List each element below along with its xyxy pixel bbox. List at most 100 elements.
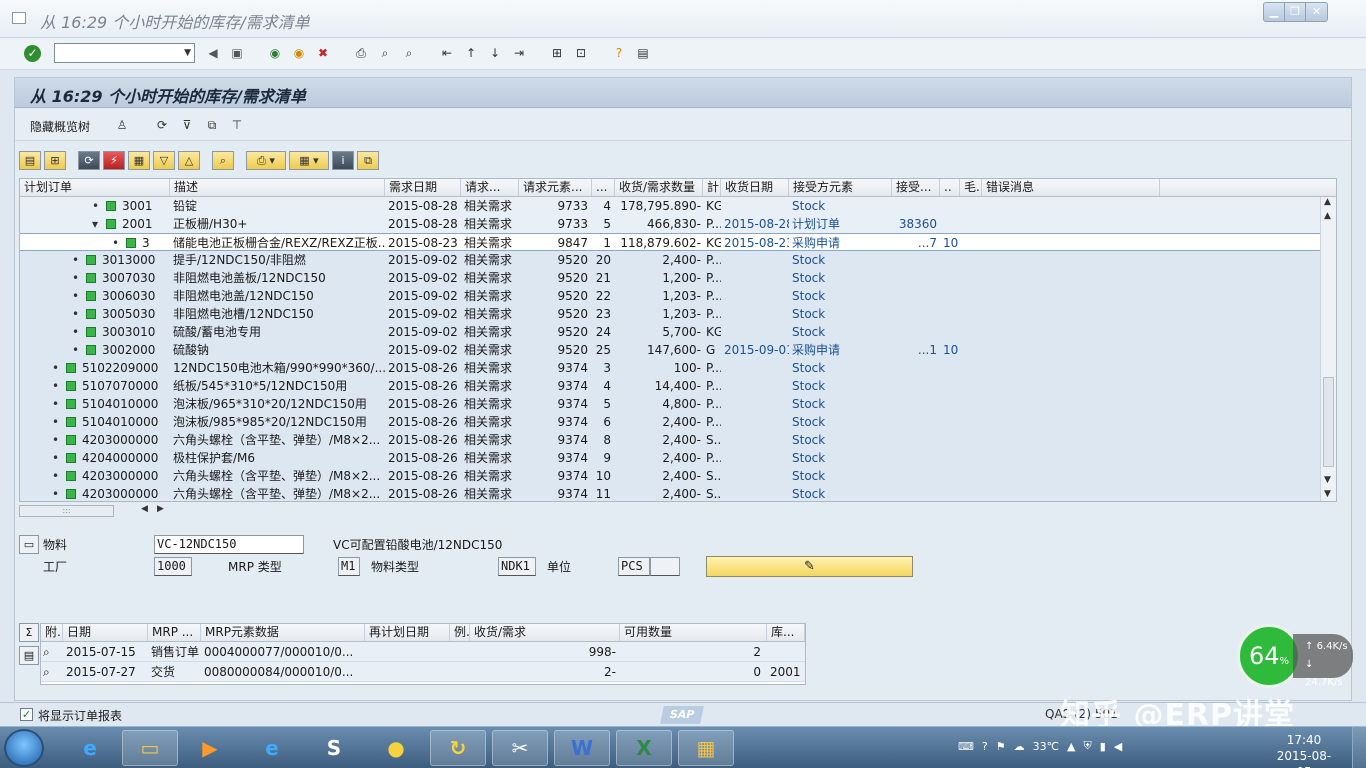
tree-cell[interactable]: • 5104010000	[20, 413, 170, 431]
copy-icon[interactable]: ⧉	[203, 116, 221, 134]
col-header[interactable]: 收货/需求数量	[615, 179, 703, 196]
receiver-element-cell[interactable]: Stock	[789, 413, 892, 431]
receiver-element-cell[interactable]: Stock	[789, 305, 892, 323]
folder-icon[interactable]: ▭	[19, 535, 39, 554]
receiver-cell[interactable]	[892, 323, 940, 341]
hide-tree-button[interactable]: 隐藏概览树	[30, 118, 90, 135]
table-row[interactable]: • 5107070000 纸板/545*310*5/12NDC150用 2015-08…	[20, 377, 1336, 395]
magnifier-icon[interactable]: ⌕	[41, 662, 63, 681]
export-icon[interactable]: ⧉	[357, 151, 379, 170]
tree-cell[interactable]: • 4203000000	[20, 431, 170, 449]
tree-cell[interactable]: • 4203000000	[20, 467, 170, 485]
scroll-right-icon[interactable]: ▶	[157, 504, 164, 514]
table-row[interactable]: • 3013000 提手/12NDC150/非阻燃 2015-09-02 相关需求 952…	[20, 251, 1336, 269]
tree-cell[interactable]: ▾ 2001	[20, 215, 170, 233]
horizontal-scrollbar[interactable]: ::: ◀ ▶	[19, 504, 179, 518]
table-row[interactable]: ⌕ 2015-07-15 销售订单 0004000077/000010/0... 998…	[41, 642, 805, 662]
expand-icon[interactable]: ▽	[153, 151, 175, 170]
last-page-icon[interactable]: ⇥	[510, 44, 528, 62]
material-field[interactable]: VC-12NDC150	[154, 535, 304, 554]
columns-icon[interactable]: ▦	[128, 151, 150, 170]
receiver-cell[interactable]	[892, 269, 940, 287]
shortcut-icon[interactable]: ⊡	[572, 44, 590, 62]
filter-settings-icon[interactable]: ⊤	[228, 116, 246, 134]
hierarchy-icon[interactable]: ⊞	[44, 151, 66, 170]
back-icon[interactable]: ◉	[266, 44, 284, 62]
table-row[interactable]: • 4203000000 六角头螺栓（含平垫、弹垫）/M8×2... 2015-08-…	[20, 467, 1336, 485]
table-row[interactable]: ▾ 2001 正板栅/H30+ 2015-08-28 相关需求 9733 5 466,830-…	[20, 215, 1336, 233]
tree-cell[interactable]: • 3013000	[20, 251, 170, 269]
receiver-cell[interactable]	[892, 197, 940, 215]
receiver-cell[interactable]	[892, 359, 940, 377]
receiver-element-cell[interactable]: Stock	[789, 449, 892, 467]
receiver-element-cell[interactable]: Stock	[789, 377, 892, 395]
layout-grid-icon[interactable]: ▦ ▾	[289, 151, 329, 170]
receiver-cell[interactable]	[892, 449, 940, 467]
table-row[interactable]: • 3001 铅锭 2015-08-28 相关需求 9733 4 178,795.890- KG…	[20, 197, 1336, 215]
sync-icon[interactable]: ●	[368, 730, 424, 766]
weather-icon[interactable]: ☁	[1014, 740, 1025, 753]
receiver-element-cell[interactable]: Stock	[789, 197, 892, 215]
receiver-element-cell[interactable]: Stock	[789, 485, 892, 501]
browser-icon[interactable]: e	[244, 730, 300, 766]
col-header[interactable]: 計	[703, 179, 721, 196]
user-icon[interactable]: ♙	[113, 116, 131, 134]
receiver-cell[interactable]	[892, 413, 940, 431]
restore-icon[interactable]: ❐	[1285, 3, 1306, 21]
table-row[interactable]: ⌕ 2015-07-27 交货 0080000084/000010/0... 2- 0 20…	[41, 662, 805, 682]
next-page-icon[interactable]: ↓	[486, 44, 504, 62]
table-row[interactable]: • 5104010000 泡沫板/965*310*20/12NDC150用 2015-…	[20, 395, 1336, 413]
find-next-icon[interactable]: ⌕	[400, 44, 418, 62]
edit-icon[interactable]: ✎	[706, 556, 913, 577]
receiver-cell[interactable]	[892, 485, 940, 501]
unit-extra-field[interactable]	[650, 557, 680, 576]
receiver-cell[interactable]	[892, 305, 940, 323]
receiver-cell[interactable]	[892, 377, 940, 395]
col-header[interactable]: 收货日期	[721, 179, 789, 196]
tray-expand-icon[interactable]: ▲	[1067, 740, 1075, 753]
receiver-cell[interactable]	[892, 287, 940, 305]
table-row[interactable]: • 3003010 硫酸/蓄电池专用 2015-09-02 相关需求 9520 24 5,70…	[20, 323, 1336, 341]
receiver-element-cell[interactable]: Stock	[789, 287, 892, 305]
col-header[interactable]: ...	[592, 179, 615, 196]
receiver-cell[interactable]: ...1	[892, 341, 940, 359]
col-header[interactable]: 接受...	[892, 179, 940, 196]
receiver-element-cell[interactable]: Stock	[789, 251, 892, 269]
show-desktop-button[interactable]	[1352, 727, 1366, 768]
tree-cell[interactable]: • 3001	[20, 197, 170, 215]
tree-cell[interactable]: • 4204000000	[20, 449, 170, 467]
col-header[interactable]: 描述	[170, 179, 385, 196]
table-row[interactable]: • 3005030 非阻燃电池槽/12NDC150 2015-09-02 相关需求 952…	[20, 305, 1336, 323]
exception-icon[interactable]: ⚡	[103, 151, 125, 170]
magnifier-icon[interactable]: ⌕	[41, 642, 63, 661]
tree-cell[interactable]: • 3003010	[20, 323, 170, 341]
find-icon[interactable]: ⌕	[376, 44, 394, 62]
col-header[interactable]: 附.	[41, 624, 63, 641]
tools-icon[interactable]: ✂	[492, 730, 548, 766]
receiver-cell[interactable]: 38360	[892, 215, 940, 233]
table-row[interactable]: • 3007030 非阻燃电池盖板/12NDC150 2015-09-02 相关需求 95…	[20, 269, 1336, 287]
explorer-icon[interactable]: ▭	[122, 730, 178, 766]
tree-cell[interactable]: • 3002000	[20, 341, 170, 359]
plant-field[interactable]: 1000	[154, 557, 192, 576]
receiver-element-cell[interactable]: Stock	[789, 269, 892, 287]
filter-icon[interactable]: ⊽	[178, 116, 196, 134]
table-row[interactable]: • 3006030 非阻燃电池盖/12NDC150 2015-09-02 相关需求 952…	[20, 287, 1336, 305]
receiver-cell[interactable]	[892, 431, 940, 449]
scroll-thumb[interactable]: :::	[19, 505, 114, 517]
tree-cell[interactable]: • 3005030	[20, 305, 170, 323]
shield-icon[interactable]: ⛨	[1083, 739, 1091, 753]
network-speed-widget[interactable]: 64% ↑ 6.4K/s ↓ 24.7K/s	[1237, 624, 1353, 688]
ie-icon[interactable]: e	[62, 730, 118, 766]
detail-icon[interactable]: ▤	[19, 646, 39, 665]
mrp-type-field[interactable]: M1	[338, 557, 360, 576]
col-header[interactable]: 需求日期	[385, 179, 461, 196]
find-grid-icon[interactable]: ⌕	[212, 151, 234, 170]
details-icon[interactable]: ▤	[19, 151, 41, 170]
chevron-down-icon[interactable]: ▼	[184, 48, 191, 58]
table-row[interactable]: • 4203000000 六角头螺栓（含平垫、弹垫）/M8×2... 2015-08-…	[20, 485, 1336, 501]
tree-cell[interactable]: • 5102209000	[20, 359, 170, 377]
table-row[interactable]: • 3 储能电池正板栅合金/REXZ/REXZ正板... 2015-08-23 相关需求…	[20, 233, 1336, 251]
table-row[interactable]: • 4204000000 极柱保护套/M6 2015-08-26 相关需求 9374 9 2,…	[20, 449, 1336, 467]
scroll-up-icon[interactable]: ▲	[1324, 197, 1331, 207]
